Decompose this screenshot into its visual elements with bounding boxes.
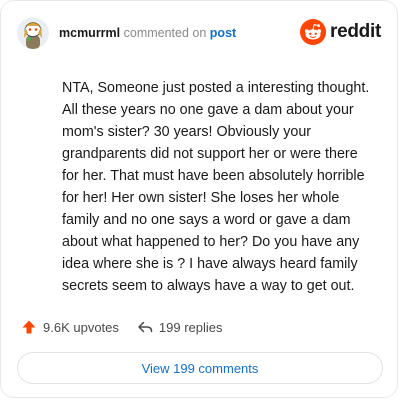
- reddit-wordmark: reddit: [330, 21, 381, 42]
- comment-line: about what happened to her? Do you have …: [62, 234, 360, 250]
- reply-arrow-icon: [138, 321, 153, 333]
- comment-body: NTA, Someone just posted a interesting t…: [62, 77, 392, 297]
- comment-card: mcmurrml commented on post reddit NTA, S…: [0, 0, 398, 398]
- comment-actions: 9.6K upvotes 199 replies: [21, 317, 223, 337]
- snoo-avatar-icon: [17, 17, 49, 49]
- reddit-brand[interactable]: reddit: [300, 19, 381, 45]
- comment-line: grandparents did not support her or were…: [62, 146, 358, 162]
- comment-line: for her! Her own sister! She loses her w…: [62, 190, 340, 206]
- replies-button[interactable]: 199 replies: [137, 319, 223, 335]
- comment-line: mom's sister? 30 years! Obviously your: [62, 124, 312, 140]
- post-link[interactable]: post: [210, 26, 236, 40]
- comment-line: secrets seem to always have a way to get…: [62, 278, 355, 294]
- upvote-count: 9.6K upvotes: [43, 319, 119, 335]
- comment-header: mcmurrml commented on post reddit: [17, 15, 381, 51]
- comment-line: All these years no one gave a dam about …: [62, 102, 354, 118]
- upvote-arrow-icon: [22, 320, 36, 334]
- comment-line: for her. That must have been absolutely …: [62, 168, 365, 184]
- view-comments-button[interactable]: View 199 comments: [17, 352, 383, 384]
- reply-count: 199 replies: [158, 319, 223, 335]
- username[interactable]: mcmurrml: [59, 26, 120, 40]
- comment-line: family and no one says a word or gave a …: [62, 212, 351, 228]
- comment-meta: mcmurrml commented on post: [59, 25, 236, 41]
- comment-line: idea where she is ? I have always heard …: [62, 256, 358, 272]
- commented-on-label: commented on: [123, 26, 207, 40]
- comment-line: NTA, Someone just posted a interesting t…: [62, 80, 370, 96]
- upvote-button[interactable]: 9.6K upvotes: [21, 319, 119, 335]
- user-avatar[interactable]: [17, 17, 49, 49]
- reddit-logo-icon: [300, 19, 327, 45]
